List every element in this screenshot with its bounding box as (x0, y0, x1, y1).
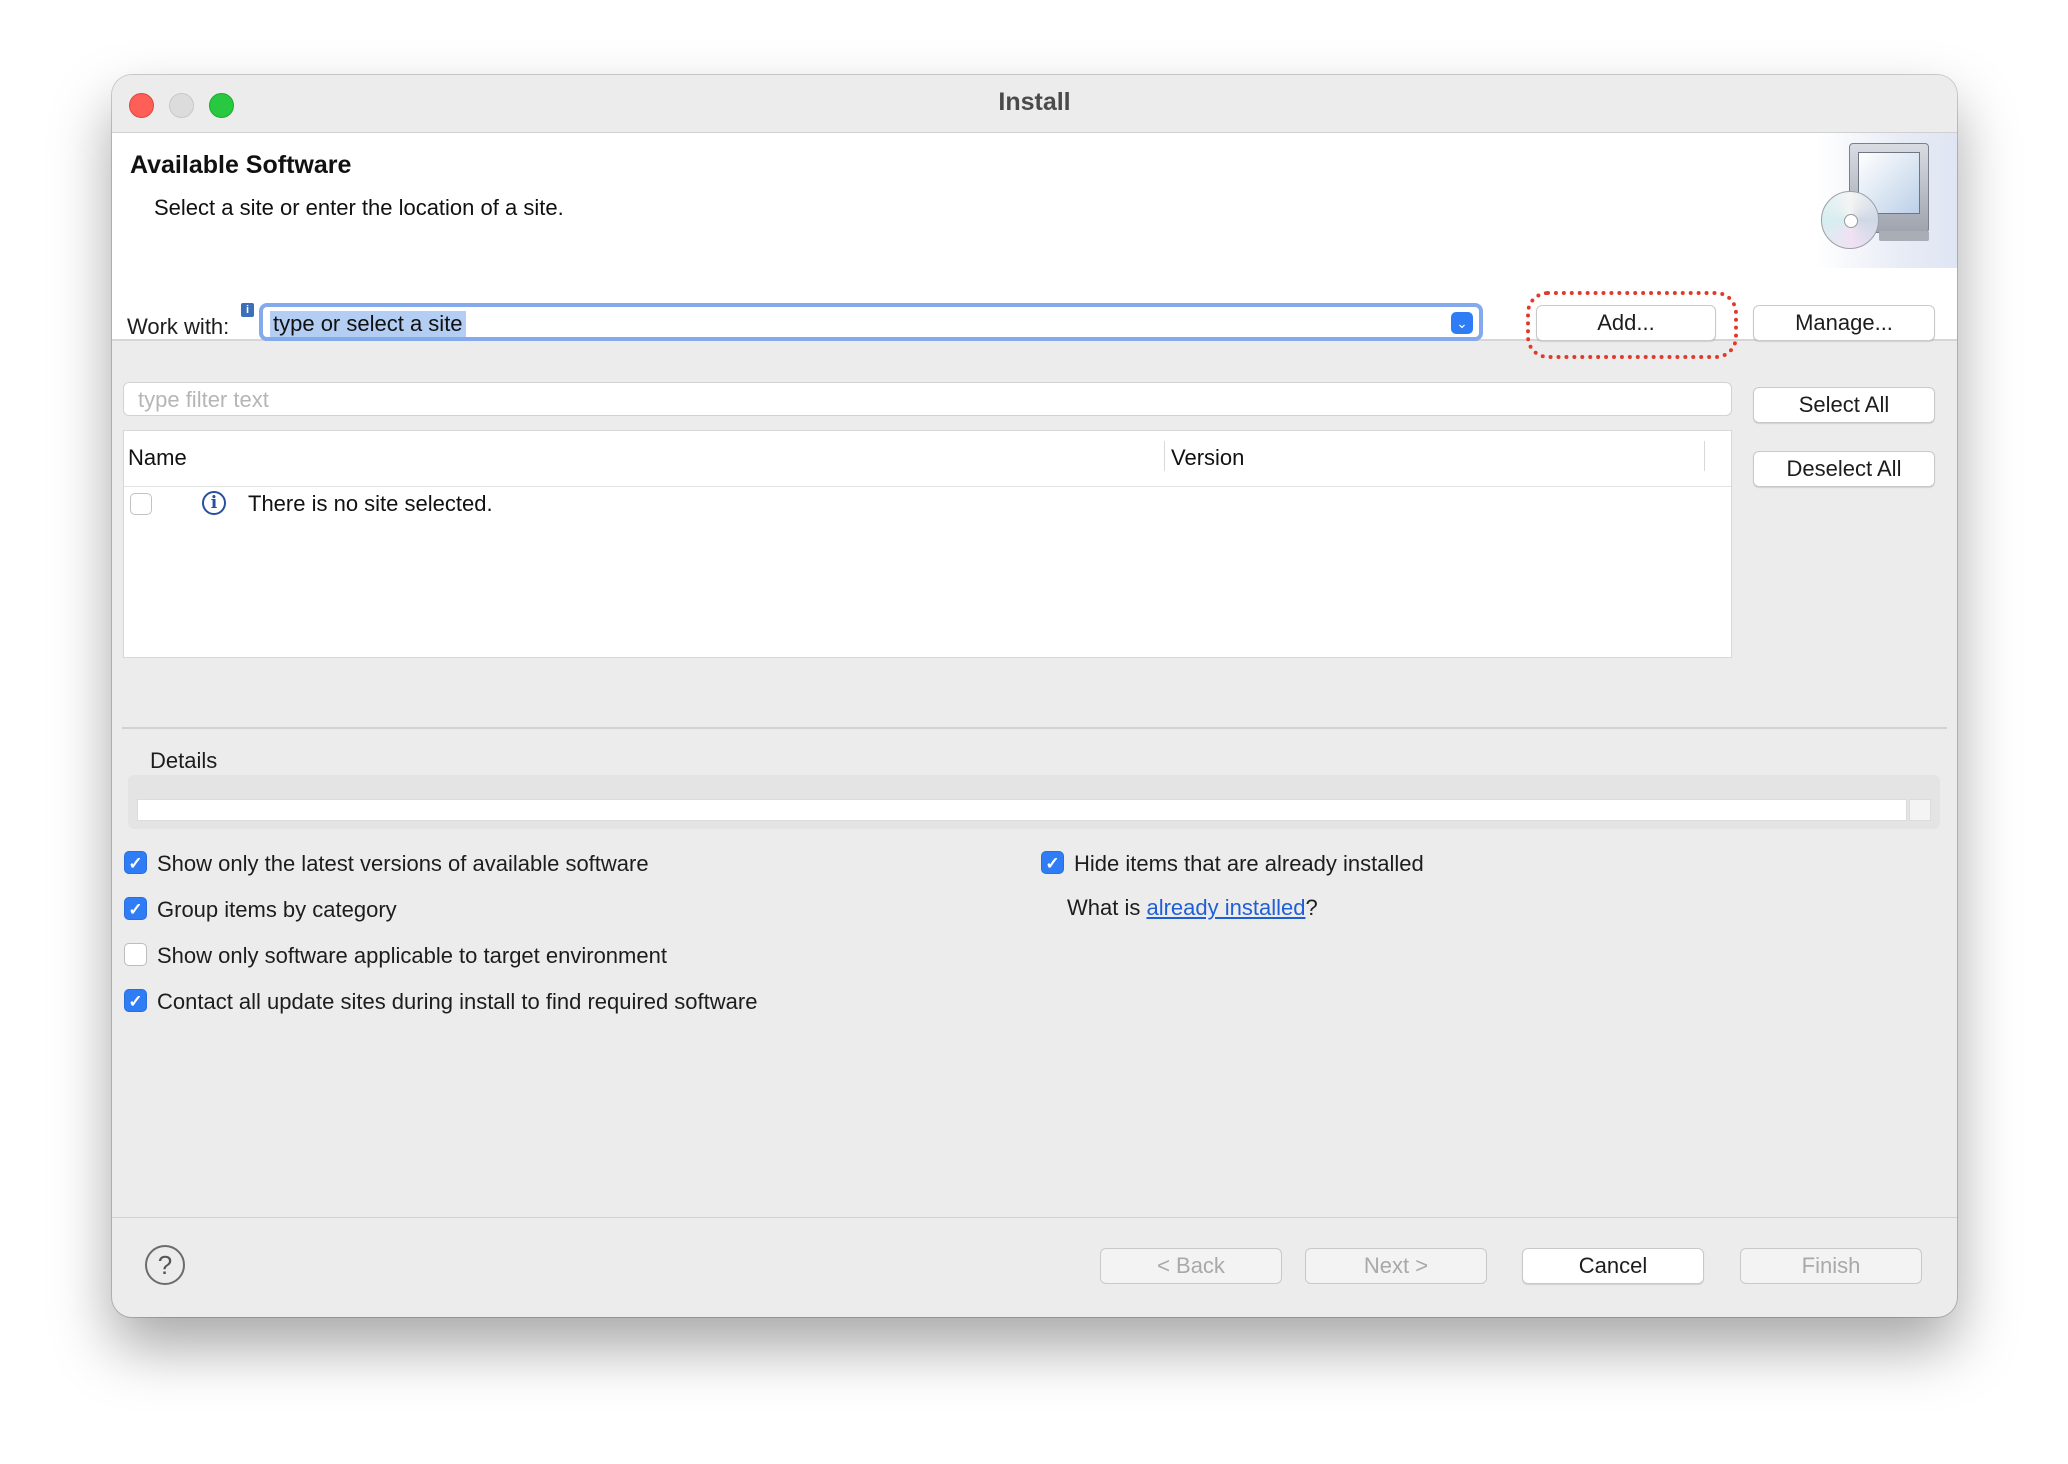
column-header-version[interactable]: Version (1171, 445, 1244, 471)
filter-field[interactable] (123, 382, 1732, 416)
column-header-name[interactable]: Name (128, 445, 187, 471)
cancel-button[interactable]: Cancel (1522, 1248, 1704, 1284)
finish-button[interactable]: Finish (1740, 1248, 1922, 1284)
details-area (128, 775, 1940, 829)
target-environment-checkbox[interactable] (124, 943, 147, 966)
details-scrollbar[interactable] (1909, 799, 1931, 821)
info-icon: i (202, 491, 226, 515)
details-label: Details (150, 748, 218, 773)
help-icon[interactable]: ? (145, 1245, 185, 1285)
group-by-category-label: Group items by category (157, 897, 397, 922)
hide-installed-label: Hide items that are already installed (1074, 851, 1424, 876)
work-with-combo-text[interactable]: type or select a site (270, 311, 466, 337)
contact-update-sites-checkbox[interactable]: ✓ (124, 989, 147, 1012)
table-row-message: There is no site selected. (248, 491, 493, 516)
deselect-all-button[interactable]: Deselect All (1753, 451, 1935, 487)
page-title: Available Software (130, 151, 352, 179)
filter-input[interactable] (136, 386, 1720, 414)
manage-sites-button[interactable]: Manage... (1753, 305, 1935, 341)
table-row-checkbox[interactable] (130, 493, 152, 515)
next-button[interactable]: Next > (1305, 1248, 1487, 1284)
page-description: Select a site or enter the location of a… (154, 195, 564, 220)
group-by-category-checkbox[interactable]: ✓ (124, 897, 147, 920)
what-is-installed-text: What is already installed? (1067, 895, 1318, 921)
contact-update-sites-label: Contact all update sites during install … (157, 989, 758, 1014)
details-text[interactable] (137, 799, 1907, 821)
divider (122, 727, 1947, 729)
window-title: Install (998, 88, 1071, 116)
info-decoration-icon: i (241, 303, 254, 317)
chevron-down-icon[interactable]: ⌄ (1451, 312, 1473, 334)
what-is-prefix: What is (1067, 895, 1147, 920)
install-wizard-icon (1817, 133, 1957, 268)
software-table[interactable]: Name Version i There is no site selected… (123, 430, 1732, 658)
footer-divider (112, 1217, 1957, 1218)
back-button[interactable]: < Back (1100, 1248, 1282, 1284)
install-dialog: Install Available Software Select a site… (112, 75, 1957, 1317)
latest-versions-label: Show only the latest versions of availab… (157, 851, 649, 876)
cd-icon (1821, 191, 1879, 249)
target-environment-label: Show only software applicable to target … (157, 943, 667, 968)
work-with-label: Work with: (127, 314, 230, 339)
latest-versions-checkbox[interactable]: ✓ (124, 851, 147, 874)
title-bar: Install (112, 75, 1957, 133)
what-is-suffix: ? (1305, 895, 1318, 920)
work-with-combo[interactable]: type or select a site ⌄ (259, 303, 1483, 341)
already-installed-link[interactable]: already installed (1146, 895, 1305, 920)
add-site-button[interactable]: Add... (1536, 305, 1716, 341)
hide-installed-checkbox[interactable]: ✓ (1041, 851, 1064, 874)
select-all-button[interactable]: Select All (1753, 387, 1935, 423)
